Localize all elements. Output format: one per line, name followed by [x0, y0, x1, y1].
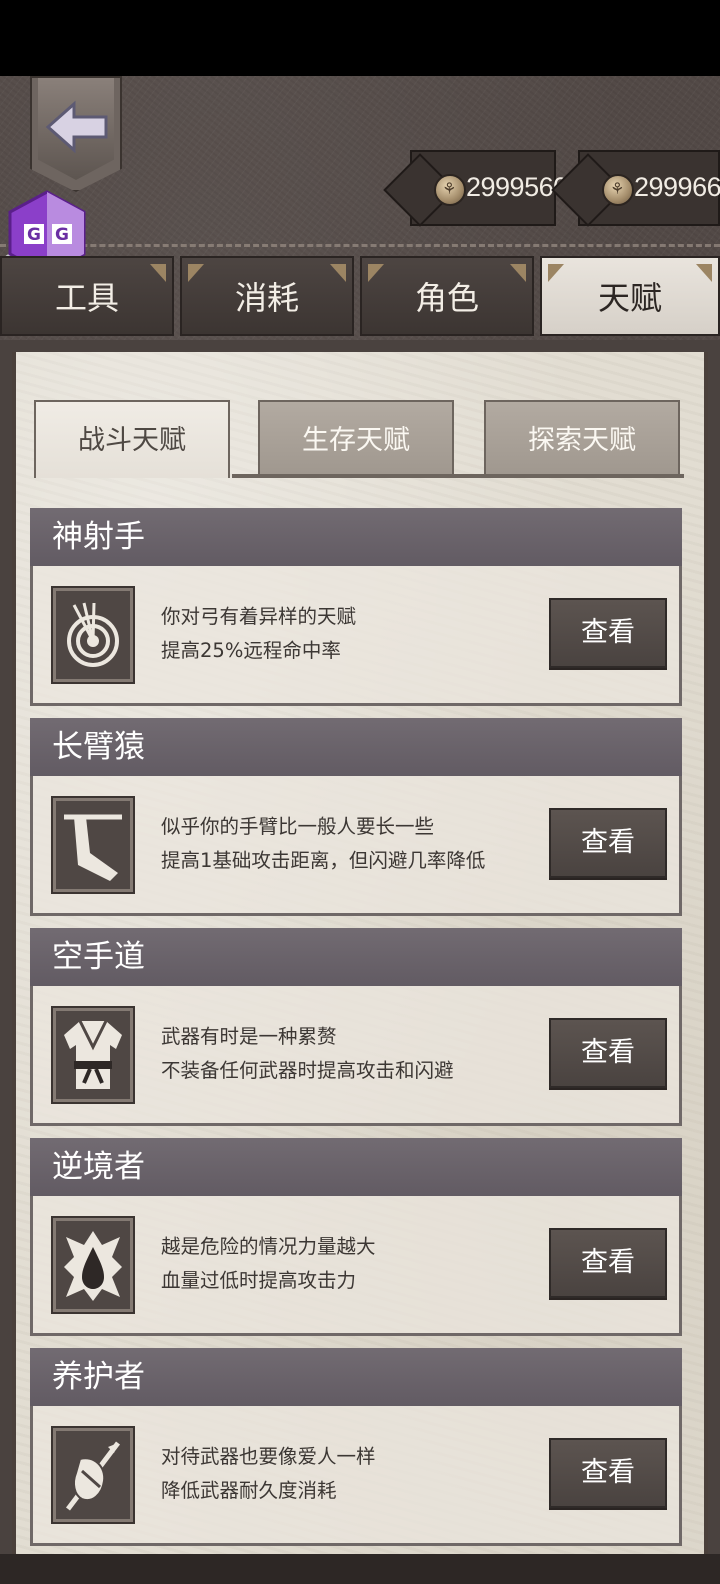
- description-line: 不装备任何武器时提高攻击和闪避: [161, 1059, 454, 1082]
- description-line: 武器有时是一种累赘: [161, 1025, 337, 1048]
- coin-icon: ⚘: [602, 174, 634, 206]
- status-bar: [0, 0, 720, 76]
- silver-currency: ⚘ 299966: [578, 150, 720, 226]
- back-button[interactable]: [30, 76, 122, 192]
- view-button[interactable]: 查看: [549, 808, 667, 878]
- tab-label: 消耗: [234, 279, 299, 317]
- talent-name: 长臂猿: [30, 718, 682, 776]
- long-arm-icon: [51, 796, 135, 894]
- corner-ornament: [330, 264, 346, 282]
- description-line: 你对弓有着异样的天赋: [161, 605, 357, 628]
- description-line: 对待武器也要像爱人一样: [161, 1445, 376, 1468]
- description-line: 提高1基础攻击距离，但闪避几率降低: [161, 849, 486, 872]
- talent-card: 神射手 你对弓有着异样的天赋 提高25%远程命中率 查看: [30, 508, 682, 706]
- svg-text:G: G: [55, 225, 69, 245]
- blood-drop-icon: [51, 1216, 135, 1314]
- talent-body: 似乎你的手臂比一般人要长一些 提高1基础攻击距离，但闪避几率降低 查看: [30, 776, 682, 916]
- talent-body: 对待武器也要像爱人一样 降低武器耐久度消耗 查看: [30, 1406, 682, 1546]
- description-line: 提高25%远程命中率: [161, 639, 341, 662]
- view-button[interactable]: 查看: [549, 1228, 667, 1298]
- tab-label: 工具: [54, 279, 119, 317]
- tab-consumables[interactable]: 消耗: [180, 256, 354, 336]
- tab-tools[interactable]: 工具: [0, 256, 174, 336]
- description-line: 似乎你的手臂比一般人要长一些: [161, 815, 435, 838]
- corner-ornament: [368, 264, 384, 282]
- view-button[interactable]: 查看: [549, 1438, 667, 1508]
- talent-card: 长臂猿 似乎你的手臂比一般人要长一些 提高1基础攻击距离，但闪避几率降低 查看: [30, 718, 682, 916]
- coin-icon: ⚘: [434, 174, 466, 206]
- talent-name: 空手道: [30, 928, 682, 986]
- talent-body: 武器有时是一种累赘 不装备任何武器时提高攻击和闪避 查看: [30, 986, 682, 1126]
- talent-description: 似乎你的手臂比一般人要长一些 提高1基础攻击距离，但闪避几率降低: [161, 810, 485, 878]
- talent-name: 逆境者: [30, 1138, 682, 1196]
- talent-description: 武器有时是一种累赘 不装备任何武器时提高攻击和闪避: [161, 1020, 454, 1088]
- talent-description: 对待武器也要像爱人一样 降低武器耐久度消耗: [161, 1440, 376, 1508]
- corner-ornament: [510, 264, 526, 282]
- talent-description: 越是危险的情况力量越大 血量过低时提高攻击力: [161, 1230, 376, 1298]
- archery-target-icon: [51, 586, 135, 684]
- talent-body: 你对弓有着异样的天赋 提高25%远程命中率 查看: [30, 566, 682, 706]
- talent-name: 养护者: [30, 1348, 682, 1406]
- description-line: 越是危险的情况力量越大: [161, 1235, 376, 1258]
- subtab-survival[interactable]: 生存天赋: [258, 400, 454, 478]
- corner-ornament: [548, 264, 564, 282]
- talent-body: 越是危险的情况力量越大 血量过低时提高攻击力 查看: [30, 1196, 682, 1336]
- back-arrow-icon: [45, 100, 108, 154]
- corner-ornament: [188, 264, 204, 282]
- subtab-combat[interactable]: 战斗天赋: [34, 400, 230, 478]
- subtab-exploration[interactable]: 探索天赋: [484, 400, 680, 478]
- tab-label: 角色: [414, 279, 479, 317]
- tab-character[interactable]: 角色: [360, 256, 534, 336]
- talent-description: 你对弓有着异样的天赋 提高25%远程命中率: [161, 600, 356, 668]
- talent-name: 神射手: [30, 508, 682, 566]
- silver-amount: 299966: [634, 172, 720, 202]
- tab-label: 天赋: [597, 279, 662, 317]
- main-tab-bar: 工具 消耗 角色 天赋: [0, 256, 720, 338]
- weapon-care-icon: [51, 1426, 135, 1524]
- karate-gi-icon: [51, 1006, 135, 1104]
- description-line: 降低武器耐久度消耗: [161, 1479, 337, 1502]
- svg-text:G: G: [27, 225, 41, 245]
- corner-ornament: [696, 264, 712, 282]
- view-button[interactable]: 查看: [549, 598, 667, 668]
- bottom-border: [0, 1554, 720, 1584]
- description-line: 血量过低时提高攻击力: [161, 1269, 357, 1292]
- subtab-underline: [232, 474, 684, 478]
- tab-talents[interactable]: 天赋: [540, 256, 720, 336]
- corner-ornament: [150, 264, 166, 282]
- stitch-divider: [0, 244, 720, 247]
- talent-card: 养护者 对待武器也要像爱人一样 降低武器耐久度消耗 查看: [30, 1348, 682, 1546]
- talent-card: 空手道 武器有时是一种累赘 不装备任何武器时提高攻击和闪避 查看: [30, 928, 682, 1126]
- talent-card: 逆境者 越是危险的情况力量越大 血量过低时提高攻击力 查看: [30, 1138, 682, 1336]
- view-button[interactable]: 查看: [549, 1018, 667, 1088]
- gold-currency: ⚘ 2999560: [410, 150, 568, 226]
